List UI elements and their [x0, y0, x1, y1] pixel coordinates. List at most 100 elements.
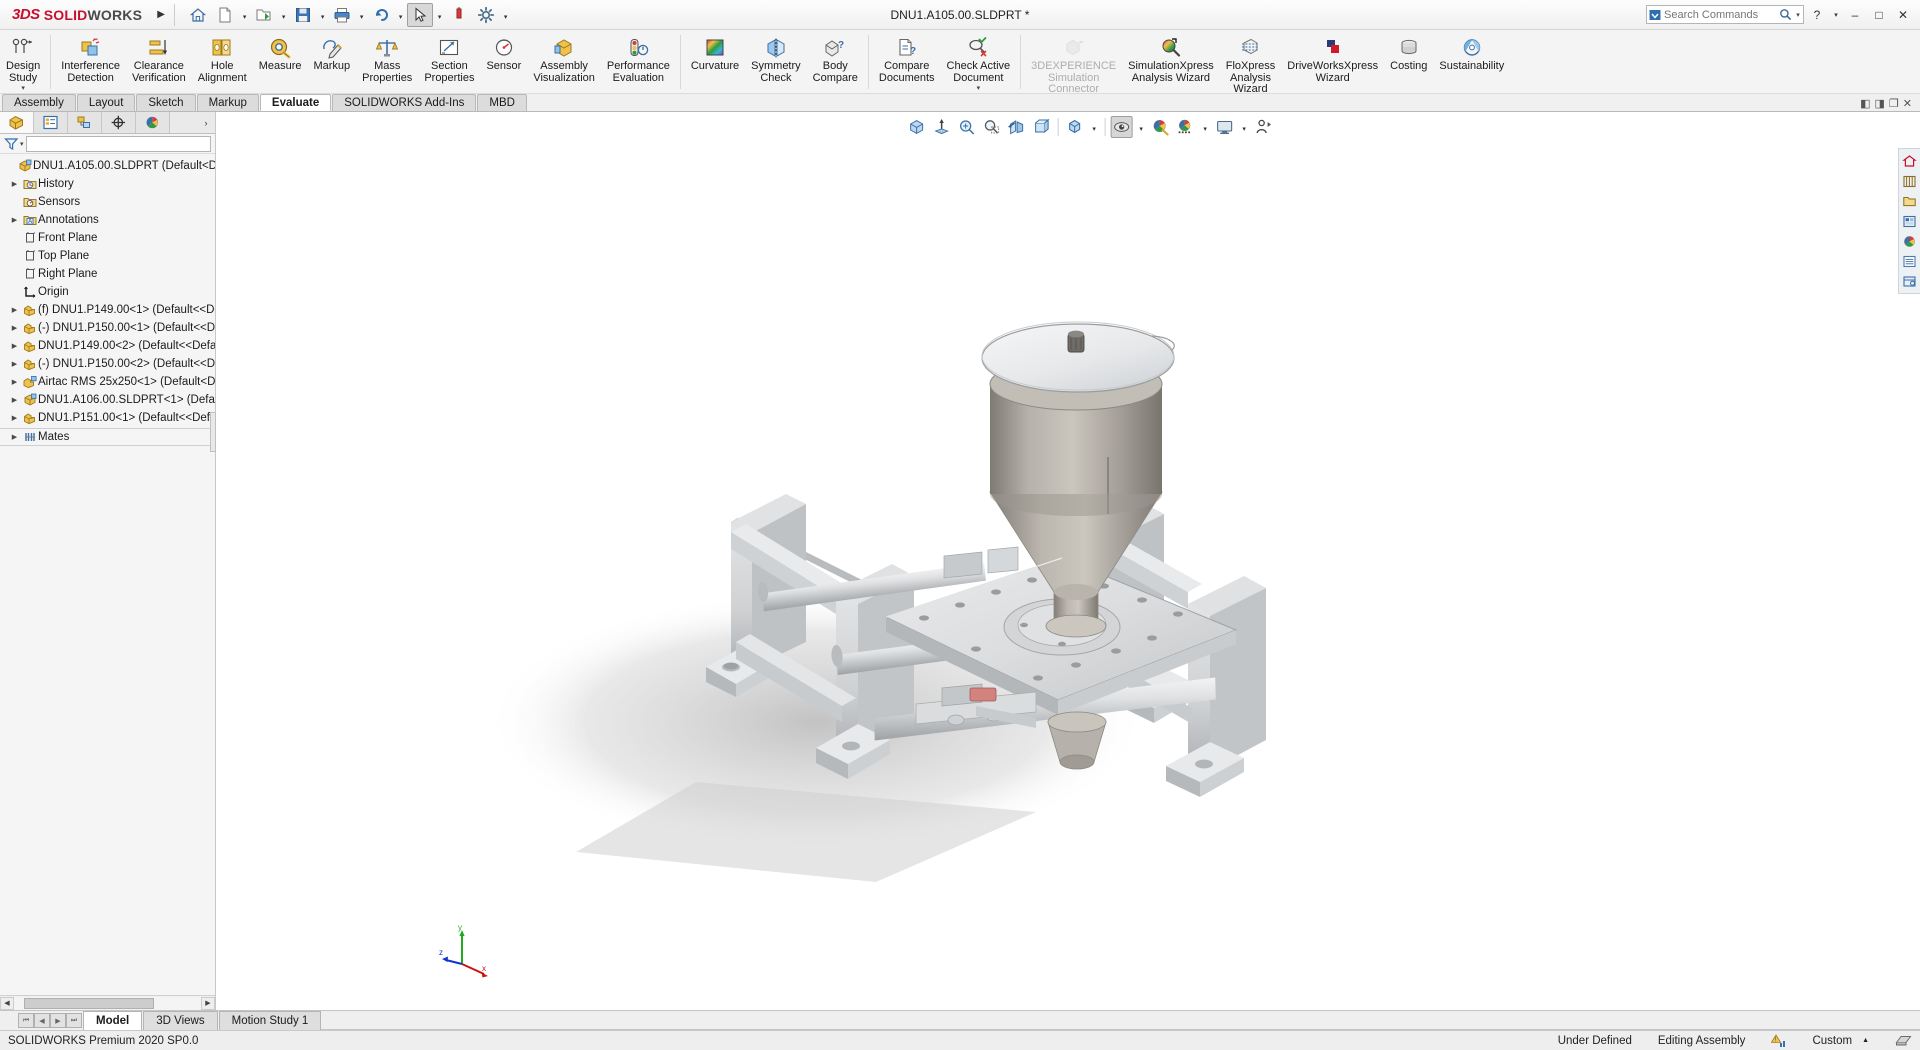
tree-expand-arrow-icon[interactable]: ▶ — [8, 342, 21, 350]
ribbon-body-compare[interactable]: ? Body Compare — [807, 32, 864, 85]
tree-item-4[interactable]: Front Plane — [0, 229, 215, 247]
warning-icon[interactable]: ! — [1771, 1033, 1786, 1048]
ribbon-curvature[interactable]: Curvature — [685, 32, 745, 74]
ribbon-costing[interactable]: Costing — [1384, 32, 1433, 74]
rebuild-icon[interactable] — [446, 3, 472, 27]
help-button[interactable]: ? — [1806, 5, 1828, 25]
search-icon[interactable] — [1779, 8, 1792, 22]
close-document-icon[interactable]: ✕ — [1903, 97, 1912, 110]
tab-layout[interactable]: Layout — [76, 94, 136, 111]
overlay-icon[interactable] — [1895, 1034, 1912, 1047]
open-document-caret-icon[interactable]: ▾ — [278, 3, 289, 27]
tree-expand-arrow-icon[interactable]: ▶ — [8, 360, 21, 368]
tree-item-10[interactable]: ▶ DNU1.P149.00<2> (Default<<Default>_l — [0, 337, 215, 355]
maximize-button[interactable]: □ — [1868, 5, 1890, 25]
ribbon-dropdown-caret-icon[interactable]: ▾ — [977, 85, 981, 93]
tab-nav-1[interactable]: ◀ — [34, 1013, 50, 1028]
tab-nav-3[interactable]: ⏭ — [66, 1013, 82, 1028]
apply-scene-icon[interactable] — [1175, 116, 1197, 138]
tree-expand-arrow-icon[interactable]: ▶ — [8, 414, 21, 422]
select-cursor-icon[interactable] — [407, 2, 434, 27]
help-caret-icon[interactable]: ▾ — [1830, 5, 1842, 25]
previous-view-icon[interactable] — [956, 116, 978, 138]
feature-manager-tab[interactable] — [0, 112, 34, 133]
units-caret-icon[interactable]: ▲ — [1862, 1037, 1869, 1044]
undo-caret-icon[interactable]: ▾ — [395, 3, 406, 27]
scroll-right-arrow-icon[interactable]: ▶ — [201, 996, 215, 1010]
configuration-manager-tab[interactable] — [68, 112, 102, 133]
apply-scene-caret-icon[interactable]: ▾ — [1200, 116, 1211, 138]
view-settings-caret-icon[interactable]: ▾ — [1239, 116, 1250, 138]
tree-expand-arrow-icon[interactable]: ▶ — [8, 378, 21, 386]
tree-filter-input[interactable] — [25, 135, 211, 152]
model-3d-view[interactable] — [276, 122, 1376, 882]
zoom-to-fit-icon[interactable] — [906, 116, 928, 138]
ribbon-markup[interactable]: Markup — [307, 32, 356, 74]
units-label[interactable]: Custom — [1812, 1035, 1852, 1047]
ribbon-mass-properties[interactable]: Mass Properties — [356, 32, 418, 85]
minimize-button[interactable]: – — [1844, 5, 1866, 25]
ribbon-check-active-document[interactable]: Check Active Document ▾ — [941, 32, 1017, 94]
tree-expand-arrow-icon[interactable]: ▶ — [8, 180, 21, 188]
tab-nav-2[interactable]: ▶ — [50, 1013, 66, 1028]
panel-expand-icon[interactable]: › — [197, 112, 215, 133]
solidworks-resources-icon[interactable] — [1901, 152, 1919, 170]
tree-item-5[interactable]: Top Plane — [0, 247, 215, 265]
tab-sketch[interactable]: Sketch — [136, 94, 196, 111]
ribbon-interference-detection[interactable]: Interference Detection — [55, 32, 126, 85]
ribbon-dropdown-caret-icon[interactable]: ▾ — [21, 85, 25, 93]
tree-item-12[interactable]: ▶ Airtac RMS 25x250<1> (Default<Display — [0, 373, 215, 391]
scroll-thumb[interactable] — [24, 997, 154, 1009]
ribbon-floxpress-analysis-wizard[interactable]: FloXpress Analysis Wizard — [1220, 32, 1282, 97]
home-icon[interactable] — [185, 3, 211, 27]
tree-item-1[interactable]: ▶ History — [0, 175, 215, 193]
tree-item-9[interactable]: ▶ (-) DNU1.P150.00<1> (Default<<Default — [0, 319, 215, 337]
ribbon-measure[interactable]: Measure — [253, 32, 308, 74]
3dexperience-marketplace-icon[interactable] — [1901, 272, 1919, 290]
graphics-area[interactable]: ▾ ▾ ▾ ▾ y x z — [216, 112, 1920, 1010]
tree-horizontal-scrollbar[interactable]: ◀ ▶ — [0, 995, 215, 1010]
appearances-scenes-icon[interactable] — [1901, 232, 1919, 250]
bottom-tab-3d-views[interactable]: 3D Views — [143, 1011, 218, 1030]
tree-item-11[interactable]: ▶ (-) DNU1.P150.00<2> (Default<<Default — [0, 355, 215, 373]
tree-item-2[interactable]: Sensors — [0, 193, 215, 211]
section-view-icon[interactable] — [1006, 116, 1028, 138]
ribbon-sustainability[interactable]: Sustainability — [1433, 32, 1510, 74]
pin-right-icon[interactable]: ◨ — [1875, 97, 1885, 110]
options-caret-icon[interactable]: ▾ — [500, 3, 511, 27]
display-style-icon[interactable] — [1064, 116, 1086, 138]
rotate-view-icon[interactable] — [1253, 116, 1275, 138]
view-orientation-icon[interactable] — [1031, 116, 1053, 138]
search-commands-box[interactable]: ▾ — [1646, 5, 1804, 24]
view-palette-icon[interactable] — [1901, 212, 1919, 230]
tab-nav-0[interactable]: ⏮ — [18, 1013, 34, 1028]
ribbon-compare-documents[interactable]: ? Compare Documents — [873, 32, 941, 85]
ribbon-design-study[interactable]: Design Study ▾ — [0, 32, 46, 94]
tab-solidworks-add-ins[interactable]: SOLIDWORKS Add-Ins — [332, 94, 477, 111]
save-caret-icon[interactable]: ▾ — [317, 3, 328, 27]
tree-item-8[interactable]: ▶ (f) DNU1.P149.00<1> (Default<<Default — [0, 301, 215, 319]
edit-appearance-icon[interactable] — [1150, 116, 1172, 138]
ribbon-symmetry-check[interactable]: Symmetry Check — [745, 32, 807, 85]
view-settings-icon[interactable] — [1214, 116, 1236, 138]
new-document-icon[interactable] — [212, 3, 238, 27]
tab-markup[interactable]: Markup — [196, 94, 259, 111]
display-manager-tab[interactable] — [136, 112, 170, 133]
dimxpert-manager-tab[interactable] — [102, 112, 136, 133]
open-document-icon[interactable] — [251, 3, 277, 27]
tree-expand-arrow-icon[interactable]: ▶ — [8, 216, 21, 224]
options-gear-icon[interactable] — [473, 3, 499, 27]
ribbon-hole-alignment[interactable]: Hole Alignment — [192, 32, 253, 85]
close-button[interactable]: ✕ — [1892, 5, 1914, 25]
tree-item-13[interactable]: ▶ DNU1.A106.00.SLDPRT<1> (Default<Dis — [0, 391, 215, 409]
ribbon-section-properties[interactable]: Section Properties — [418, 32, 480, 85]
tree-expand-arrow-icon[interactable]: ▶ — [8, 433, 21, 441]
tree-item-15[interactable]: ▶ Mates — [0, 428, 215, 446]
select-cursor-caret-icon[interactable]: ▾ — [434, 3, 445, 27]
new-document-caret-icon[interactable]: ▾ — [239, 3, 250, 27]
bottom-tab-motion-study-1[interactable]: Motion Study 1 — [218, 1011, 322, 1030]
pin-left-icon[interactable]: ◧ — [1860, 97, 1870, 110]
tree-expand-arrow-icon[interactable]: ▶ — [8, 396, 21, 404]
scroll-track[interactable] — [14, 996, 201, 1010]
print-icon[interactable] — [329, 3, 355, 27]
